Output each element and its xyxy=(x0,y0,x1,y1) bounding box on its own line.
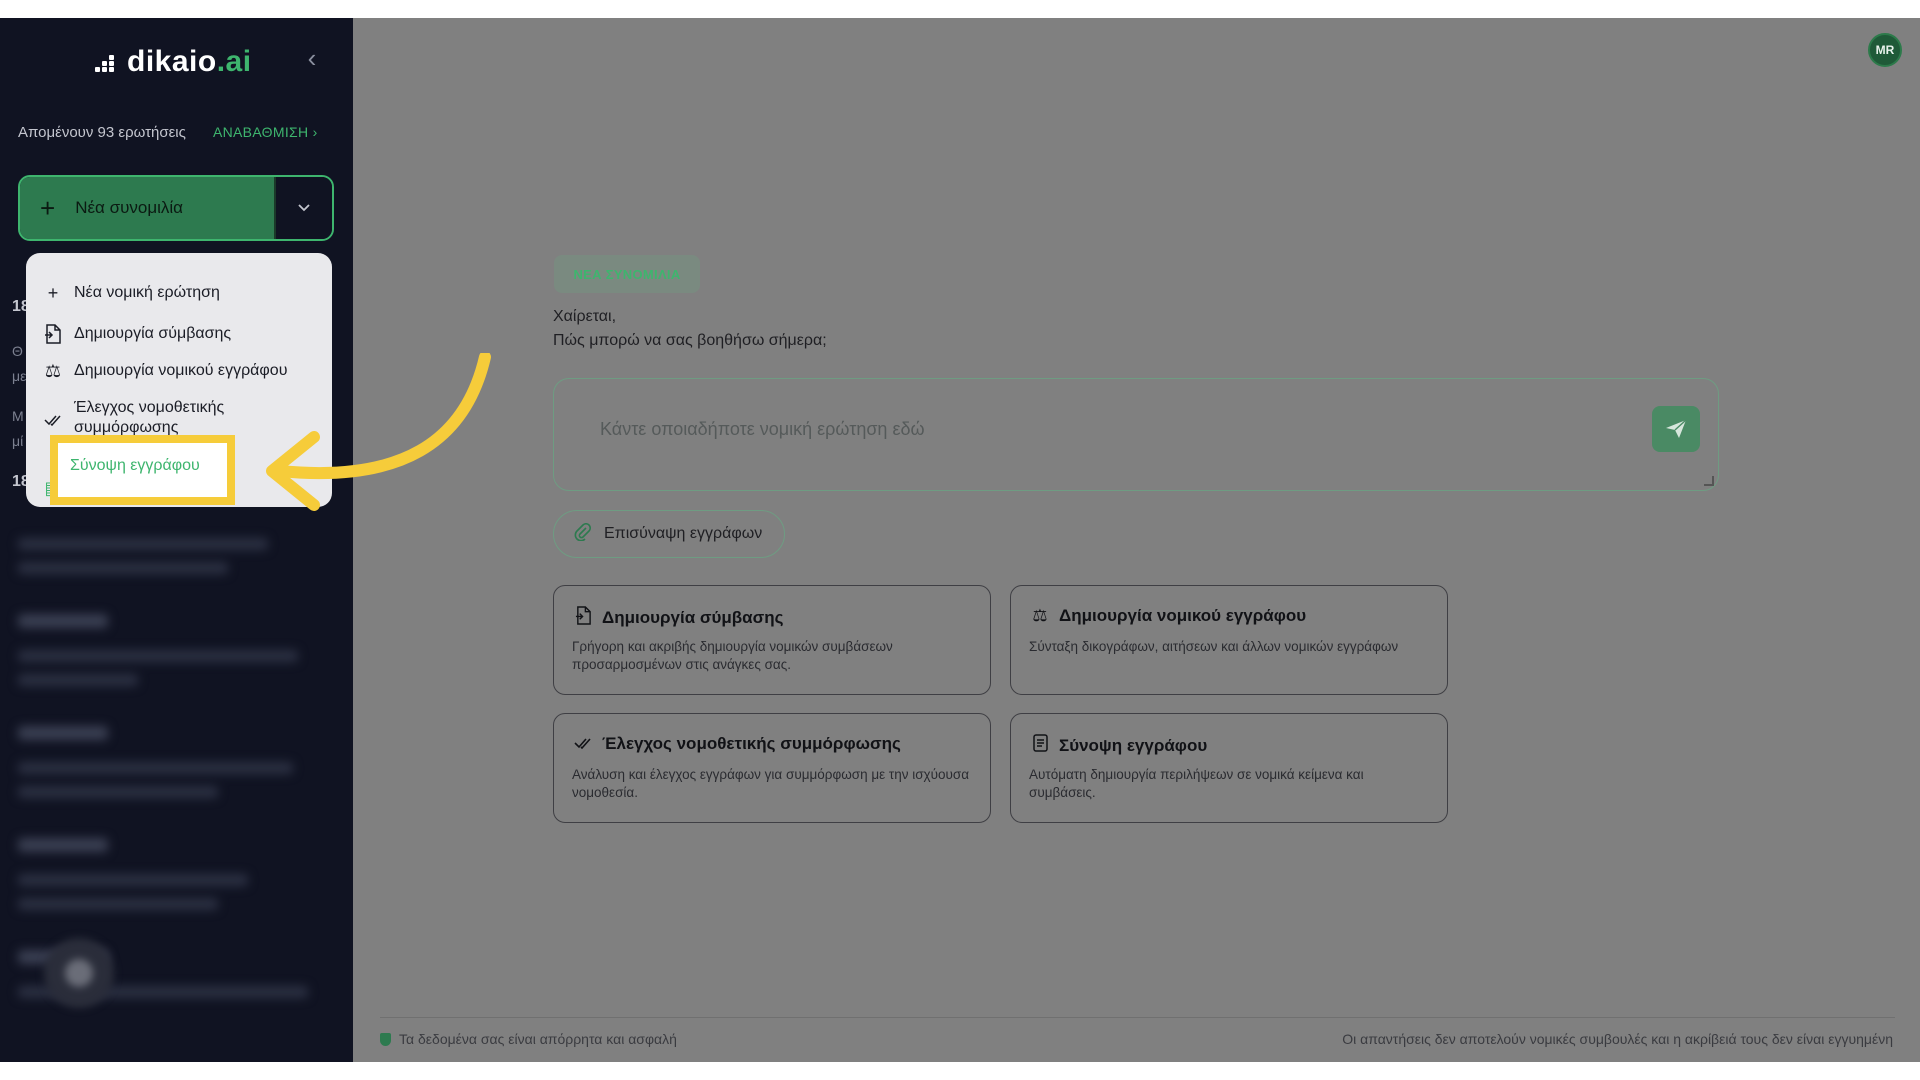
disclaimer-note: Οι απαντήσεις δεν αποτελούν νομικές συμβ… xyxy=(1342,1031,1893,1047)
logo-text: dikaio.ai xyxy=(127,45,252,78)
annotation-arrow xyxy=(266,353,491,511)
card-description: Αυτόματη δημιουργία περιλήψεων σε νομικά… xyxy=(1029,767,1364,800)
help-button[interactable] xyxy=(44,938,114,1008)
attach-documents-button[interactable]: Επισύναψη εγγράφων xyxy=(553,510,785,558)
app-window: dikaio.ai ‹ Απομένουν 93 ερωτήσεις ΑΝΑΒΑ… xyxy=(0,18,1920,1062)
new-chat-split-button: + Νέα συνομιλία xyxy=(18,175,334,241)
card-create-contract[interactable]: Δημιουργία σύμβασης Γρήγορη και ακριβής … xyxy=(553,585,991,695)
send-icon xyxy=(1666,419,1687,438)
question-input[interactable]: Κάντε οποιαδήποτε νομική ερώτηση εδώ xyxy=(553,378,1719,491)
greeting-line-2: Πώς μπορώ να σας βοηθήσω σήμερα; xyxy=(553,332,827,349)
plus-icon: + xyxy=(40,193,56,223)
new-chat-dropdown-toggle[interactable] xyxy=(274,177,332,239)
history-item-peek: Θ xyxy=(12,343,23,359)
question-input-placeholder: Κάντε οποιαδήποτε νομική ερώτηση εδώ xyxy=(600,419,925,439)
footer-divider xyxy=(380,1017,1895,1018)
logo-dots-icon xyxy=(95,51,119,73)
paperclip-icon xyxy=(574,522,592,546)
card-title: Δημιουργία νομικού εγγράφου xyxy=(1059,606,1307,625)
card-compliance-check[interactable]: Έλεγχος νομοθετικής συμμόρφωσης Ανάλυση … xyxy=(553,713,991,823)
history-item-peek: με xyxy=(12,368,27,384)
new-chat-badge: ΝΕΑ ΣΥΝΟΜΙΛΙΑ xyxy=(554,255,700,293)
plus-icon: + xyxy=(47,283,59,303)
greeting: Χαίρεται, Πώς μπορώ να σας βοηθήσω σήμερ… xyxy=(553,305,827,353)
questions-remaining: Απομένουν 93 ερωτήσεις xyxy=(18,124,186,141)
logo[interactable]: dikaio.ai xyxy=(95,42,252,82)
card-title: Δημιουργία σύμβασης xyxy=(602,608,784,627)
card-description: Γρήγορη και ακριβής δημιουργία νομικών σ… xyxy=(572,639,893,672)
chat-history-list xyxy=(12,518,322,998)
new-chat-label: Νέα συνομιλία xyxy=(75,198,184,217)
user-avatar[interactable]: MR xyxy=(1868,33,1902,67)
card-create-legal-document[interactable]: ⚖ Δημιουργία νομικού εγγράφου Σύνταξη δι… xyxy=(1010,585,1448,695)
resize-handle[interactable] xyxy=(1704,476,1714,486)
upgrade-link[interactable]: ΑΝΑΒΑΘΜΙΣΗ › xyxy=(213,124,318,140)
double-check-icon xyxy=(572,734,594,754)
menu-item-create-contract[interactable]: Δημιουργία σύμβασης xyxy=(42,324,231,348)
scales-icon: ⚖ xyxy=(44,361,62,381)
card-document-summary[interactable]: Σύνοψη εγγράφου Αυτόματη δημιουργία περι… xyxy=(1010,713,1448,823)
help-icon xyxy=(65,959,93,987)
shield-icon xyxy=(380,1032,391,1046)
privacy-note: Τα δεδομένα σας είναι απόρρητα και ασφαλ… xyxy=(380,1031,677,1047)
history-item-peek: Μ xyxy=(12,408,24,424)
contract-doc-icon xyxy=(42,324,64,348)
history-item-peek: μί xyxy=(12,433,24,449)
greeting-line-1: Χαίρεται, xyxy=(553,308,617,325)
send-button[interactable] xyxy=(1652,406,1700,452)
menu-item-document-summary[interactable]: Σύνοψη εγγράφου xyxy=(50,435,235,505)
menu-item-new-legal-question[interactable]: + Νέα νομική ερώτηση xyxy=(42,283,220,303)
attach-documents-label: Επισύναψη εγγράφων xyxy=(604,525,763,542)
new-chat-button[interactable]: + Νέα συνομιλία xyxy=(20,177,274,239)
double-check-icon xyxy=(42,410,64,430)
card-description: Ανάλυση και έλεγχος εγγράφων για συμμόρφ… xyxy=(572,767,970,800)
scales-icon: ⚖ xyxy=(1032,606,1048,625)
chevron-down-icon xyxy=(298,204,310,212)
card-description: Σύνταξη δικογράφων, αιτήσεων και άλλων ν… xyxy=(1029,639,1399,654)
card-title: Σύνοψη εγγράφου xyxy=(1059,735,1208,755)
doc-summary-icon xyxy=(1029,734,1051,757)
card-title: Έλεγχος νομοθετικής συμμόρφωσης xyxy=(602,734,901,753)
contract-doc-icon xyxy=(572,606,594,630)
collapse-sidebar-icon[interactable]: ‹ xyxy=(300,44,324,72)
